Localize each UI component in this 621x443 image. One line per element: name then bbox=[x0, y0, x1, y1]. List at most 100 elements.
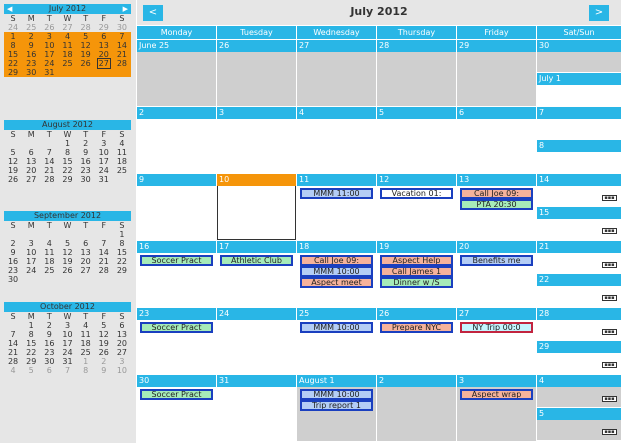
day-cell[interactable]: 17 Athletic Club bbox=[217, 241, 296, 307]
day-cell[interactable]: 11 MMM 11:00 bbox=[297, 174, 376, 240]
mini-day[interactable]: 14 bbox=[4, 339, 22, 348]
day-cell[interactable]: June 25 bbox=[137, 40, 216, 106]
mini-day[interactable]: 28 bbox=[112, 59, 131, 68]
mini-day[interactable]: 22 bbox=[58, 166, 76, 175]
day-cell[interactable]: 12 Vacation 01: bbox=[377, 174, 456, 240]
mini-day[interactable]: 4 bbox=[40, 239, 58, 248]
mini-day[interactable]: 26 bbox=[40, 23, 58, 32]
mini-day[interactable]: 1 bbox=[4, 32, 23, 41]
mini-day[interactable]: 12 bbox=[95, 330, 113, 339]
mini-day[interactable]: 28 bbox=[95, 266, 113, 275]
mini-day[interactable]: 25 bbox=[22, 23, 40, 32]
mini-day[interactable]: 17 bbox=[58, 339, 76, 348]
mini-day[interactable]: 18 bbox=[40, 257, 58, 266]
day-cell[interactable]: 10 bbox=[217, 174, 296, 240]
mini-day[interactable]: 15 bbox=[58, 157, 76, 166]
mini-day[interactable]: 4 bbox=[4, 366, 22, 375]
day-cell[interactable]: 31 bbox=[217, 375, 296, 441]
mini-day[interactable]: 23 bbox=[22, 59, 41, 68]
day-cell[interactable]: 25 MMM 10:00 bbox=[297, 308, 376, 374]
day-cell[interactable]: 26 Prepare NYC bbox=[377, 308, 456, 374]
mini-day[interactable]: 17 bbox=[22, 257, 40, 266]
event-chip[interactable]: Aspect wrap bbox=[460, 389, 533, 400]
mini-day[interactable]: 8 bbox=[22, 330, 40, 339]
mini-day[interactable]: 5 bbox=[58, 239, 76, 248]
mini-day[interactable]: 10 bbox=[22, 248, 40, 257]
mini-day[interactable]: 11 bbox=[40, 248, 58, 257]
mini-day[interactable]: 31 bbox=[95, 175, 113, 184]
day-cell[interactable]: 26 bbox=[217, 40, 296, 106]
event-chip[interactable]: Dinner w /S bbox=[380, 277, 453, 288]
mini-day[interactable]: 31 bbox=[40, 68, 59, 77]
mini-day[interactable]: 3 bbox=[58, 321, 76, 330]
mini-week-row[interactable]: 15 16 17 18 19 20 21 bbox=[4, 50, 131, 59]
mini-day[interactable]: 3 bbox=[113, 357, 131, 366]
mini-day[interactable]: 30 bbox=[40, 357, 58, 366]
mini-day[interactable]: 20 bbox=[77, 257, 95, 266]
mini-day[interactable]: 30 bbox=[4, 275, 22, 284]
weekend-day-cell[interactable]: 7 bbox=[537, 107, 621, 139]
mini-day[interactable]: 9 bbox=[77, 148, 95, 157]
mini-week-row[interactable]: 4 5 6 7 8 9 10 bbox=[4, 366, 131, 375]
mini-day[interactable]: 24 bbox=[4, 23, 22, 32]
day-cell[interactable]: 28 bbox=[377, 40, 456, 106]
mini-day[interactable]: 12 bbox=[4, 157, 22, 166]
day-cell[interactable]: 3 bbox=[217, 107, 296, 173]
weekend-day-cell[interactable]: 5 ▪▪▪ bbox=[537, 408, 621, 440]
mini-week-row[interactable]: 5 6 7 8 9 10 11 bbox=[4, 148, 131, 157]
mini-day[interactable]: 29 bbox=[95, 23, 113, 32]
mini-day[interactable]: 2 bbox=[4, 239, 22, 248]
mini-day[interactable]: 24 bbox=[22, 266, 40, 275]
mini-day[interactable]: 2 bbox=[95, 357, 113, 366]
mini-day[interactable]: 19 bbox=[76, 50, 95, 59]
mini-day[interactable]: 24 bbox=[40, 59, 59, 68]
mini-day[interactable]: 9 bbox=[95, 366, 113, 375]
mini-day[interactable]: 10 bbox=[58, 330, 76, 339]
mini-day[interactable]: 21 bbox=[95, 257, 113, 266]
day-cell[interactable]: 2 bbox=[377, 375, 456, 441]
day-cell[interactable]: 29 bbox=[457, 40, 536, 106]
mini-day[interactable]: 2 bbox=[77, 139, 95, 148]
mini-day[interactable]: 23 bbox=[4, 266, 22, 275]
mini-day[interactable]: 25 bbox=[77, 348, 95, 357]
day-cell[interactable]: 18 Call Joe 09: MMM 10:00 Aspect meet bbox=[297, 241, 376, 307]
more-events-icon[interactable]: ▪▪▪ bbox=[602, 228, 617, 234]
event-chip[interactable]: Athletic Club bbox=[220, 255, 293, 266]
weekend-day-cell[interactable]: 28 ▪▪▪ bbox=[537, 308, 621, 340]
mini-day[interactable]: 27 bbox=[77, 266, 95, 275]
mini-day[interactable]: 2 bbox=[22, 32, 41, 41]
mini-day[interactable]: 21 bbox=[40, 166, 58, 175]
weekend-day-cell[interactable]: 29 ▪▪▪ bbox=[537, 341, 621, 373]
mini-day[interactable]: 4 bbox=[58, 32, 77, 41]
mini-day[interactable]: 26 bbox=[58, 266, 76, 275]
day-cell[interactable]: 19 Aspect Help Call James 1 Dinner w /S bbox=[377, 241, 456, 307]
mini-day[interactable]: 21 bbox=[112, 50, 131, 59]
weekend-day-cell[interactable]: 14 ▪▪▪ bbox=[537, 174, 621, 206]
mini-day[interactable]: 8 bbox=[4, 41, 23, 50]
prev-month-arrow-icon[interactable]: ◀ bbox=[7, 4, 12, 14]
mini-day[interactable]: 29 bbox=[4, 68, 23, 77]
weekend-day-cell[interactable]: July 1 bbox=[537, 73, 621, 105]
mini-day[interactable]: 6 bbox=[94, 32, 113, 41]
mini-day[interactable]: 29 bbox=[22, 357, 40, 366]
mini-day[interactable]: 24 bbox=[58, 348, 76, 357]
mini-day[interactable]: 28 bbox=[77, 23, 95, 32]
more-events-icon[interactable]: ▪▪▪ bbox=[602, 295, 617, 301]
mini-day[interactable]: 27 bbox=[94, 58, 113, 69]
event-chip[interactable]: Trip report 1 bbox=[300, 400, 373, 411]
day-cell[interactable]: 27 NY Trip 00:0 bbox=[457, 308, 536, 374]
mini-day[interactable]: 5 bbox=[95, 321, 113, 330]
day-cell[interactable]: 13 Call Joe 09: PTA 20:30 bbox=[457, 174, 536, 240]
mini-day[interactable]: 11 bbox=[58, 41, 77, 50]
mini-day[interactable]: 18 bbox=[58, 50, 77, 59]
event-chip[interactable]: MMM 10:00 bbox=[300, 322, 373, 333]
mini-day[interactable]: 10 bbox=[113, 366, 131, 375]
mini-day[interactable]: 6 bbox=[22, 148, 40, 157]
weekend-day-cell[interactable]: 30 bbox=[537, 40, 621, 72]
mini-day[interactable]: 25 bbox=[40, 266, 58, 275]
mini-day[interactable]: 14 bbox=[40, 157, 58, 166]
mini-day[interactable]: 8 bbox=[77, 366, 95, 375]
day-cell[interactable]: 20 Benefits me bbox=[457, 241, 536, 307]
mini-day[interactable]: 24 bbox=[95, 166, 113, 175]
mini-day[interactable]: 8 bbox=[58, 148, 76, 157]
